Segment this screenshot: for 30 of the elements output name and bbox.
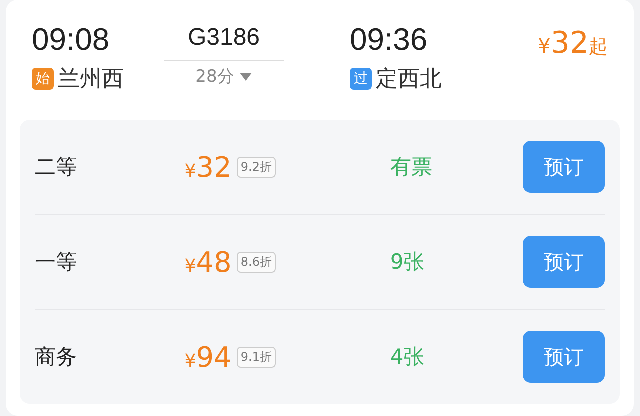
discount-tag: 9.1折 <box>236 346 276 368</box>
discount-tag: 9.2折 <box>236 156 276 178</box>
station-name: 定西北 <box>376 66 442 94</box>
availability: 9张 <box>390 249 426 276</box>
duration: 28分 <box>196 66 234 88</box>
availability: 有票 <box>390 154 434 181</box>
seat-class: 商务 <box>35 344 78 371</box>
station-name: 兰州西 <box>58 66 124 94</box>
station-badge: 始 <box>32 68 54 90</box>
book-button[interactable]: 预订 <box>522 331 605 383</box>
book-button[interactable]: 预订 <box>522 141 605 193</box>
caret-icon[interactable] <box>240 72 252 80</box>
seat-price: 32 <box>196 150 232 184</box>
time: 09:08 <box>32 22 111 58</box>
seat-class: 一等 <box>35 249 78 276</box>
currency: ¥ <box>184 160 196 182</box>
availability: 4张 <box>390 344 426 371</box>
currency: ¥ <box>184 256 196 276</box>
lowest-price: 32 <box>550 26 589 61</box>
book-button[interactable]: 预订 <box>522 236 605 288</box>
station-badge: 过 <box>350 68 372 90</box>
discount-tag: 8.6折 <box>236 252 276 272</box>
train-number: G3186 <box>188 23 260 53</box>
currency: ¥ <box>538 34 551 58</box>
seat-price: 94 <box>196 340 232 374</box>
price-suffix: 起 <box>589 35 608 60</box>
currency: ¥ <box>184 350 196 372</box>
seat-class: 二等 <box>35 154 78 181</box>
seat-price: 48 <box>196 246 232 278</box>
time: 09:36 <box>350 22 429 58</box>
